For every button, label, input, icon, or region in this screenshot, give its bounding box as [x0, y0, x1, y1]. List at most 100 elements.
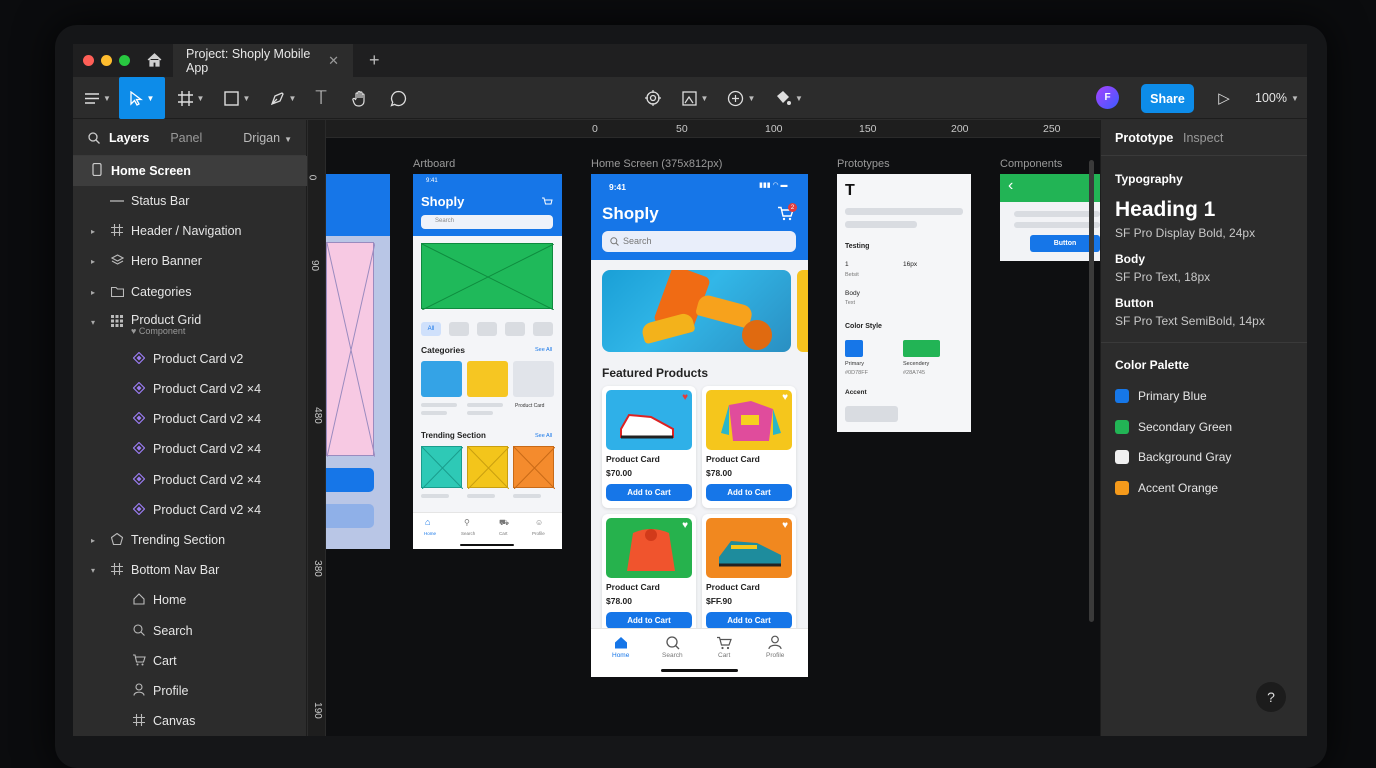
tab-panel[interactable]: Panel: [170, 131, 202, 145]
expand-caret-icon[interactable]: ▸: [91, 227, 95, 236]
move-tool-button[interactable]: ▼: [119, 77, 165, 119]
artboard-see-all-2[interactable]: See All: [535, 433, 552, 439]
add-to-cart-button[interactable]: Add to Cart: [606, 484, 692, 501]
trending-thumb[interactable]: [467, 446, 510, 490]
layer-row[interactable]: Product Card v2 ×4: [73, 495, 307, 525]
prototypes-frame[interactable]: T Testing 1 16px Betsit Body Text Color …: [837, 174, 971, 432]
layer-row[interactable]: ▸ Hero Banner: [73, 246, 307, 276]
layer-row[interactable]: Product Card v2 ×4: [73, 465, 307, 495]
text-tool-button[interactable]: T: [311, 77, 331, 119]
new-tab-button[interactable]: +: [369, 50, 380, 71]
zoom-dropdown[interactable]: 100% ▼: [1255, 77, 1299, 119]
search-icon[interactable]: [88, 131, 100, 144]
layer-row[interactable]: ▸ Categories: [73, 277, 307, 307]
expand-caret-icon[interactable]: ▸: [91, 288, 95, 297]
layer-row[interactable]: ▾ Bottom Nav Bar: [73, 555, 307, 585]
home-icon[interactable]: ⌂: [425, 517, 430, 527]
canvas[interactable]: 0 50 100 150 200 250 0 90 480 380 190 Ar…: [308, 120, 1100, 736]
trending-thumb[interactable]: [421, 446, 464, 490]
category-thumb[interactable]: [467, 361, 508, 397]
offscreen-frame[interactable]: [326, 174, 390, 549]
expand-caret-icon[interactable]: ▸: [91, 257, 95, 266]
help-button[interactable]: ?: [1256, 682, 1286, 712]
product-card[interactable]: ♥ Product Card $FF.90 Add to Cart: [702, 514, 796, 636]
add-to-cart-button[interactable]: Add to Cart: [606, 612, 692, 629]
home-search-input[interactable]: Search: [602, 231, 796, 252]
main-menu-button[interactable]: ▼: [79, 77, 117, 119]
vertical-scrollbar[interactable]: [1089, 160, 1094, 622]
layer-row[interactable]: Cart: [73, 646, 307, 676]
layer-row[interactable]: Profile: [73, 676, 307, 706]
chip[interactable]: [449, 322, 469, 336]
add-to-cart-button[interactable]: Add to Cart: [706, 484, 792, 501]
boolean-tool-button[interactable]: ▼: [723, 77, 759, 119]
heart-icon[interactable]: ♥: [782, 520, 788, 531]
home-icon[interactable]: [147, 53, 162, 67]
layer-row[interactable]: ▸ Header / Navigation: [73, 216, 307, 246]
product-card[interactable]: ♥ Product Card $78.00 Add to Cart: [602, 514, 696, 636]
user-avatar[interactable]: F: [1096, 86, 1119, 109]
chip[interactable]: [505, 322, 525, 336]
tab-prototype[interactable]: Prototype: [1115, 131, 1173, 145]
back-icon[interactable]: ‹: [1008, 177, 1013, 195]
layer-row[interactable]: Canvas: [73, 706, 307, 736]
tab-inspect[interactable]: Inspect: [1183, 131, 1223, 145]
category-thumb[interactable]: [513, 361, 554, 397]
category-thumb[interactable]: [421, 361, 462, 397]
target-tool-button[interactable]: [641, 77, 665, 119]
palette-row[interactable]: Primary Blue: [1115, 388, 1295, 404]
hero-banner[interactable]: [602, 270, 791, 352]
collapse-caret-icon[interactable]: ▾: [91, 318, 95, 327]
user-icon[interactable]: ☺: [535, 518, 543, 527]
frame-label-components[interactable]: Components: [1000, 158, 1062, 170]
page-selector[interactable]: Drigan ▼: [243, 131, 292, 145]
user-icon[interactable]: [768, 635, 782, 650]
chip[interactable]: [533, 322, 553, 336]
pen-tool-button[interactable]: ▼: [265, 77, 301, 119]
project-tab[interactable]: Project: Shoply Mobile App ✕: [173, 44, 353, 77]
search-icon[interactable]: ⚲: [464, 518, 470, 527]
cart-icon[interactable]: [717, 636, 732, 650]
layer-row[interactable]: Product Card v2 ×4: [73, 374, 307, 404]
heart-icon[interactable]: ♥: [782, 392, 788, 403]
layer-row[interactable]: Product Card v2 ×4: [73, 404, 307, 434]
layer-row[interactable]: Product Card v2 ×4: [73, 434, 307, 464]
heart-icon[interactable]: ♥: [682, 520, 688, 531]
layer-row[interactable]: Search: [73, 616, 307, 646]
chip[interactable]: [477, 322, 497, 336]
palette-row[interactable]: Background Gray: [1115, 449, 1295, 465]
artboard-see-all[interactable]: See All: [535, 347, 552, 353]
palette-row[interactable]: Accent Orange: [1115, 480, 1295, 496]
layer-row[interactable]: Home Screen: [73, 156, 307, 186]
frame-label-home[interactable]: Home Screen (375x812px): [591, 158, 722, 170]
share-button[interactable]: Share: [1141, 84, 1194, 113]
trending-thumb[interactable]: [513, 446, 556, 490]
present-button[interactable]: ▷: [1212, 77, 1236, 119]
home-icon[interactable]: [614, 636, 628, 649]
shape-tool-button[interactable]: ▼: [219, 77, 255, 119]
tab-layers[interactable]: Layers: [109, 131, 149, 145]
layer-row[interactable]: ▸ Trending Section: [73, 525, 307, 555]
components-frame[interactable]: ‹ Button: [1000, 174, 1100, 261]
fill-tool-button[interactable]: ▼: [771, 77, 807, 119]
maximize-window-button[interactable]: [119, 55, 130, 66]
home-screen-frame[interactable]: 9:41 ▮▮▮ ◠ ▬ Shoply 2 Search Featured Pr…: [591, 174, 808, 677]
image-tool-button[interactable]: ▼: [677, 77, 713, 119]
heart-icon[interactable]: ♥: [682, 392, 688, 403]
artboard-search-input[interactable]: Search: [421, 215, 553, 229]
frame-label-artboard[interactable]: Artboard: [413, 158, 455, 170]
expand-caret-icon[interactable]: ▸: [91, 536, 95, 545]
close-tab-icon[interactable]: ✕: [328, 53, 339, 69]
add-to-cart-button[interactable]: Add to Cart: [706, 612, 792, 629]
cart-icon[interactable]: ⛟: [499, 518, 509, 528]
product-card[interactable]: ♥ Product Card $78.00 Add to Cart: [702, 386, 796, 508]
frame-label-prototypes[interactable]: Prototypes: [837, 158, 890, 170]
search-icon[interactable]: [666, 636, 680, 650]
palette-row[interactable]: Secondary Green: [1115, 419, 1295, 435]
product-card[interactable]: ♥ Product Card $70.00 Add to Cart: [602, 386, 696, 508]
hand-tool-button[interactable]: [349, 77, 371, 119]
frame-tool-button[interactable]: ▼: [173, 77, 209, 119]
layer-row[interactable]: ▾ Product Grid ♥ Component: [73, 307, 307, 337]
layer-row[interactable]: Product Card v2: [73, 344, 307, 374]
collapse-caret-icon[interactable]: ▾: [91, 566, 95, 575]
